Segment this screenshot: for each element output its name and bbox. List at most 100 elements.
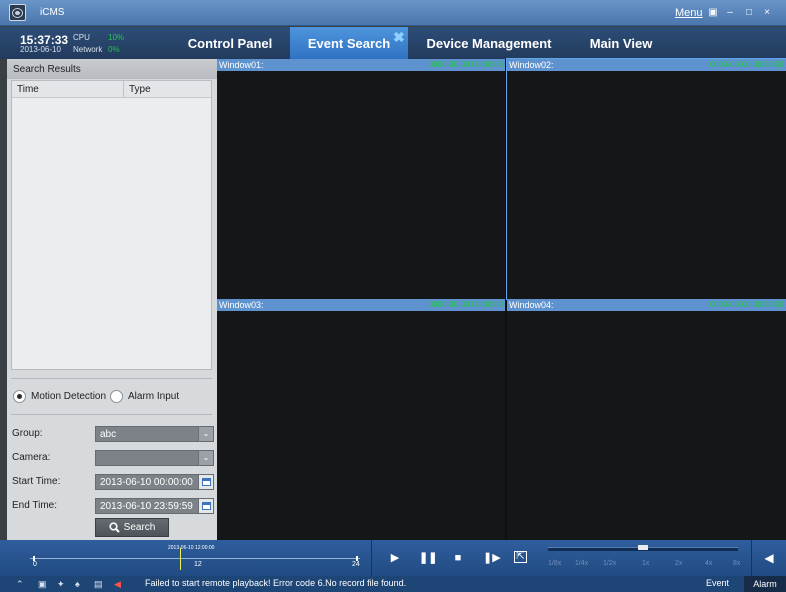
- speed-label: 4x: [705, 560, 713, 567]
- clock-date: 2013-06-10: [20, 45, 61, 54]
- menu-button[interactable]: Menu: [675, 7, 703, 19]
- speed-label: 8x: [733, 560, 741, 567]
- collapse-icon[interactable]: ⌃: [16, 579, 24, 589]
- motion-detection-radio[interactable]: [13, 390, 26, 403]
- step-frame-icon[interactable]: ❚▶: [483, 551, 501, 565]
- playback-control-bar: 0 12 24 2013-06-10 12:00:00 ▶ ❚❚ ■ ❚▶ ⇱ …: [0, 540, 786, 576]
- speed-slider[interactable]: [548, 545, 738, 551]
- group-value: abc: [100, 429, 117, 440]
- end-time-value: 2013-06-10 23:59:59: [100, 501, 193, 512]
- timeline-end-label: 24: [352, 561, 360, 568]
- column-time[interactable]: Time: [17, 84, 39, 95]
- divider: [751, 540, 752, 576]
- window-timestamp: 0000-00-00 00:00:00: [428, 300, 503, 309]
- window-header: Window03: 0000-00-00 00:00:00: [217, 299, 505, 311]
- results-column-header: Time Type: [12, 81, 211, 98]
- fullscreen-icon[interactable]: ⇱: [514, 551, 527, 563]
- network-value: 0%: [108, 45, 120, 54]
- playback-timeline[interactable]: 0 12 24 2013-06-10 12:00:00: [30, 545, 360, 570]
- divider: [11, 414, 212, 415]
- app-camera-icon: [9, 4, 26, 21]
- pause-icon[interactable]: ❚❚: [419, 551, 437, 565]
- monitor-icon[interactable]: ▣: [38, 579, 47, 589]
- timeline-middle-label: 12: [194, 561, 202, 568]
- window-title: Window04:: [509, 300, 554, 310]
- camera-label: Camera:: [12, 452, 51, 463]
- window-timestamp: 0000-00-00 00:00:00: [709, 300, 784, 309]
- title-bar: iCMS Menu ▣ – □ ×: [0, 0, 786, 26]
- alarm-button[interactable]: Alarm: [744, 576, 786, 592]
- tab-control-panel[interactable]: Control Panel: [180, 27, 280, 59]
- window-timestamp: 0000-00-00 00:00:00: [709, 60, 784, 69]
- chevron-down-icon[interactable]: ⌄: [198, 451, 213, 465]
- status-bar: ⌃ ▣ ✦ ♠ ▤ ◀ Failed to start remote playb…: [0, 576, 786, 592]
- search-button[interactable]: Search: [95, 518, 169, 537]
- window-title: Window03:: [219, 300, 264, 310]
- start-time-value: 2013-06-10 00:00:00: [100, 477, 193, 488]
- column-divider[interactable]: [123, 81, 124, 98]
- camera-select[interactable]: ⌄: [95, 450, 214, 466]
- network-label: Network: [73, 45, 103, 54]
- window-timestamp: 0000-00-00 00:00:00: [428, 60, 503, 69]
- app-title: iCMS: [40, 7, 65, 18]
- speed-label: 1/8x: [548, 560, 562, 567]
- window-title: Window02:: [509, 60, 554, 70]
- search-button-label: Search: [123, 522, 156, 533]
- close-icon[interactable]: ×: [762, 7, 772, 18]
- minimize-icon[interactable]: –: [725, 7, 735, 18]
- search-results-header: Search Results: [7, 59, 217, 79]
- alarm-input-label[interactable]: Alarm Input: [128, 391, 179, 402]
- pin-icon[interactable]: ✦: [57, 579, 65, 589]
- tab-device-management[interactable]: Device Management: [420, 27, 558, 59]
- timeline-cursor-label: 2013-06-10 12:00:00: [168, 545, 215, 551]
- video-grid: Window01: 0000-00-00 00:00:00 Window02: …: [217, 58, 786, 540]
- start-time-label: Start Time:: [12, 476, 61, 487]
- video-window-2[interactable]: Window02: 0000-00-00 00:00:00: [506, 58, 786, 300]
- status-message: Failed to start remote playback! Error c…: [145, 578, 407, 588]
- chevron-down-icon[interactable]: ⌄: [198, 427, 213, 441]
- end-time-field[interactable]: 2013-06-10 23:59:59: [95, 498, 214, 514]
- speed-label: 1/2x: [603, 560, 617, 567]
- tab-main-view[interactable]: Main View: [580, 27, 662, 59]
- window-header: Window02: 0000-00-00 00:00:00: [507, 59, 786, 71]
- record-icon[interactable]: ▤: [94, 579, 103, 589]
- audio-alarm-icon[interactable]: ◀: [114, 579, 121, 589]
- search-results-table[interactable]: Time Type: [11, 80, 212, 370]
- timeline-track[interactable]: [30, 558, 360, 559]
- group-label: Group:: [12, 428, 43, 439]
- speed-label: 1x: [642, 560, 650, 567]
- video-window-1[interactable]: Window01: 0000-00-00 00:00:00: [217, 59, 505, 299]
- search-icon: [109, 522, 120, 533]
- motion-detection-label[interactable]: Motion Detection: [31, 391, 106, 402]
- cpu-value: 10%: [108, 33, 125, 42]
- group-select[interactable]: abc ⌄: [95, 426, 214, 442]
- event-button[interactable]: Event: [706, 578, 729, 588]
- window-header: Window04: 0000-00-00 00:00:00: [507, 299, 786, 311]
- divider: [371, 540, 372, 576]
- column-type[interactable]: Type: [129, 84, 151, 95]
- user-icon[interactable]: ♠: [75, 579, 80, 589]
- speed-slider-handle[interactable]: [638, 545, 648, 550]
- event-search-panel: Search Results Time Type Motion Detectio…: [7, 59, 217, 540]
- tab-event-search[interactable]: Event Search: [290, 27, 408, 59]
- tab-close-icon[interactable]: ✖: [393, 30, 405, 44]
- window-title: Window01:: [219, 60, 264, 70]
- stop-icon[interactable]: ■: [451, 551, 465, 565]
- calendar-icon[interactable]: [198, 499, 213, 513]
- restore-icon[interactable]: □: [744, 7, 754, 18]
- speed-label: 2x: [675, 560, 683, 567]
- alarm-input-radio[interactable]: [110, 390, 123, 403]
- cpu-label: CPU: [73, 33, 90, 42]
- timeline-start-label: 0: [33, 561, 37, 568]
- end-time-label: End Time:: [12, 500, 58, 511]
- video-window-3[interactable]: Window03: 0000-00-00 00:00:00: [217, 299, 505, 540]
- lock-icon[interactable]: ▣: [708, 7, 718, 18]
- video-window-4[interactable]: Window04: 0000-00-00 00:00:00: [507, 299, 786, 540]
- timeline-cursor[interactable]: [180, 548, 181, 570]
- speed-label: 1/4x: [575, 560, 589, 567]
- volume-icon[interactable]: ◀: [762, 551, 776, 565]
- play-icon[interactable]: ▶: [388, 551, 402, 565]
- divider: [11, 378, 212, 379]
- start-time-field[interactable]: 2013-06-10 00:00:00: [95, 474, 214, 490]
- calendar-icon[interactable]: [198, 475, 213, 489]
